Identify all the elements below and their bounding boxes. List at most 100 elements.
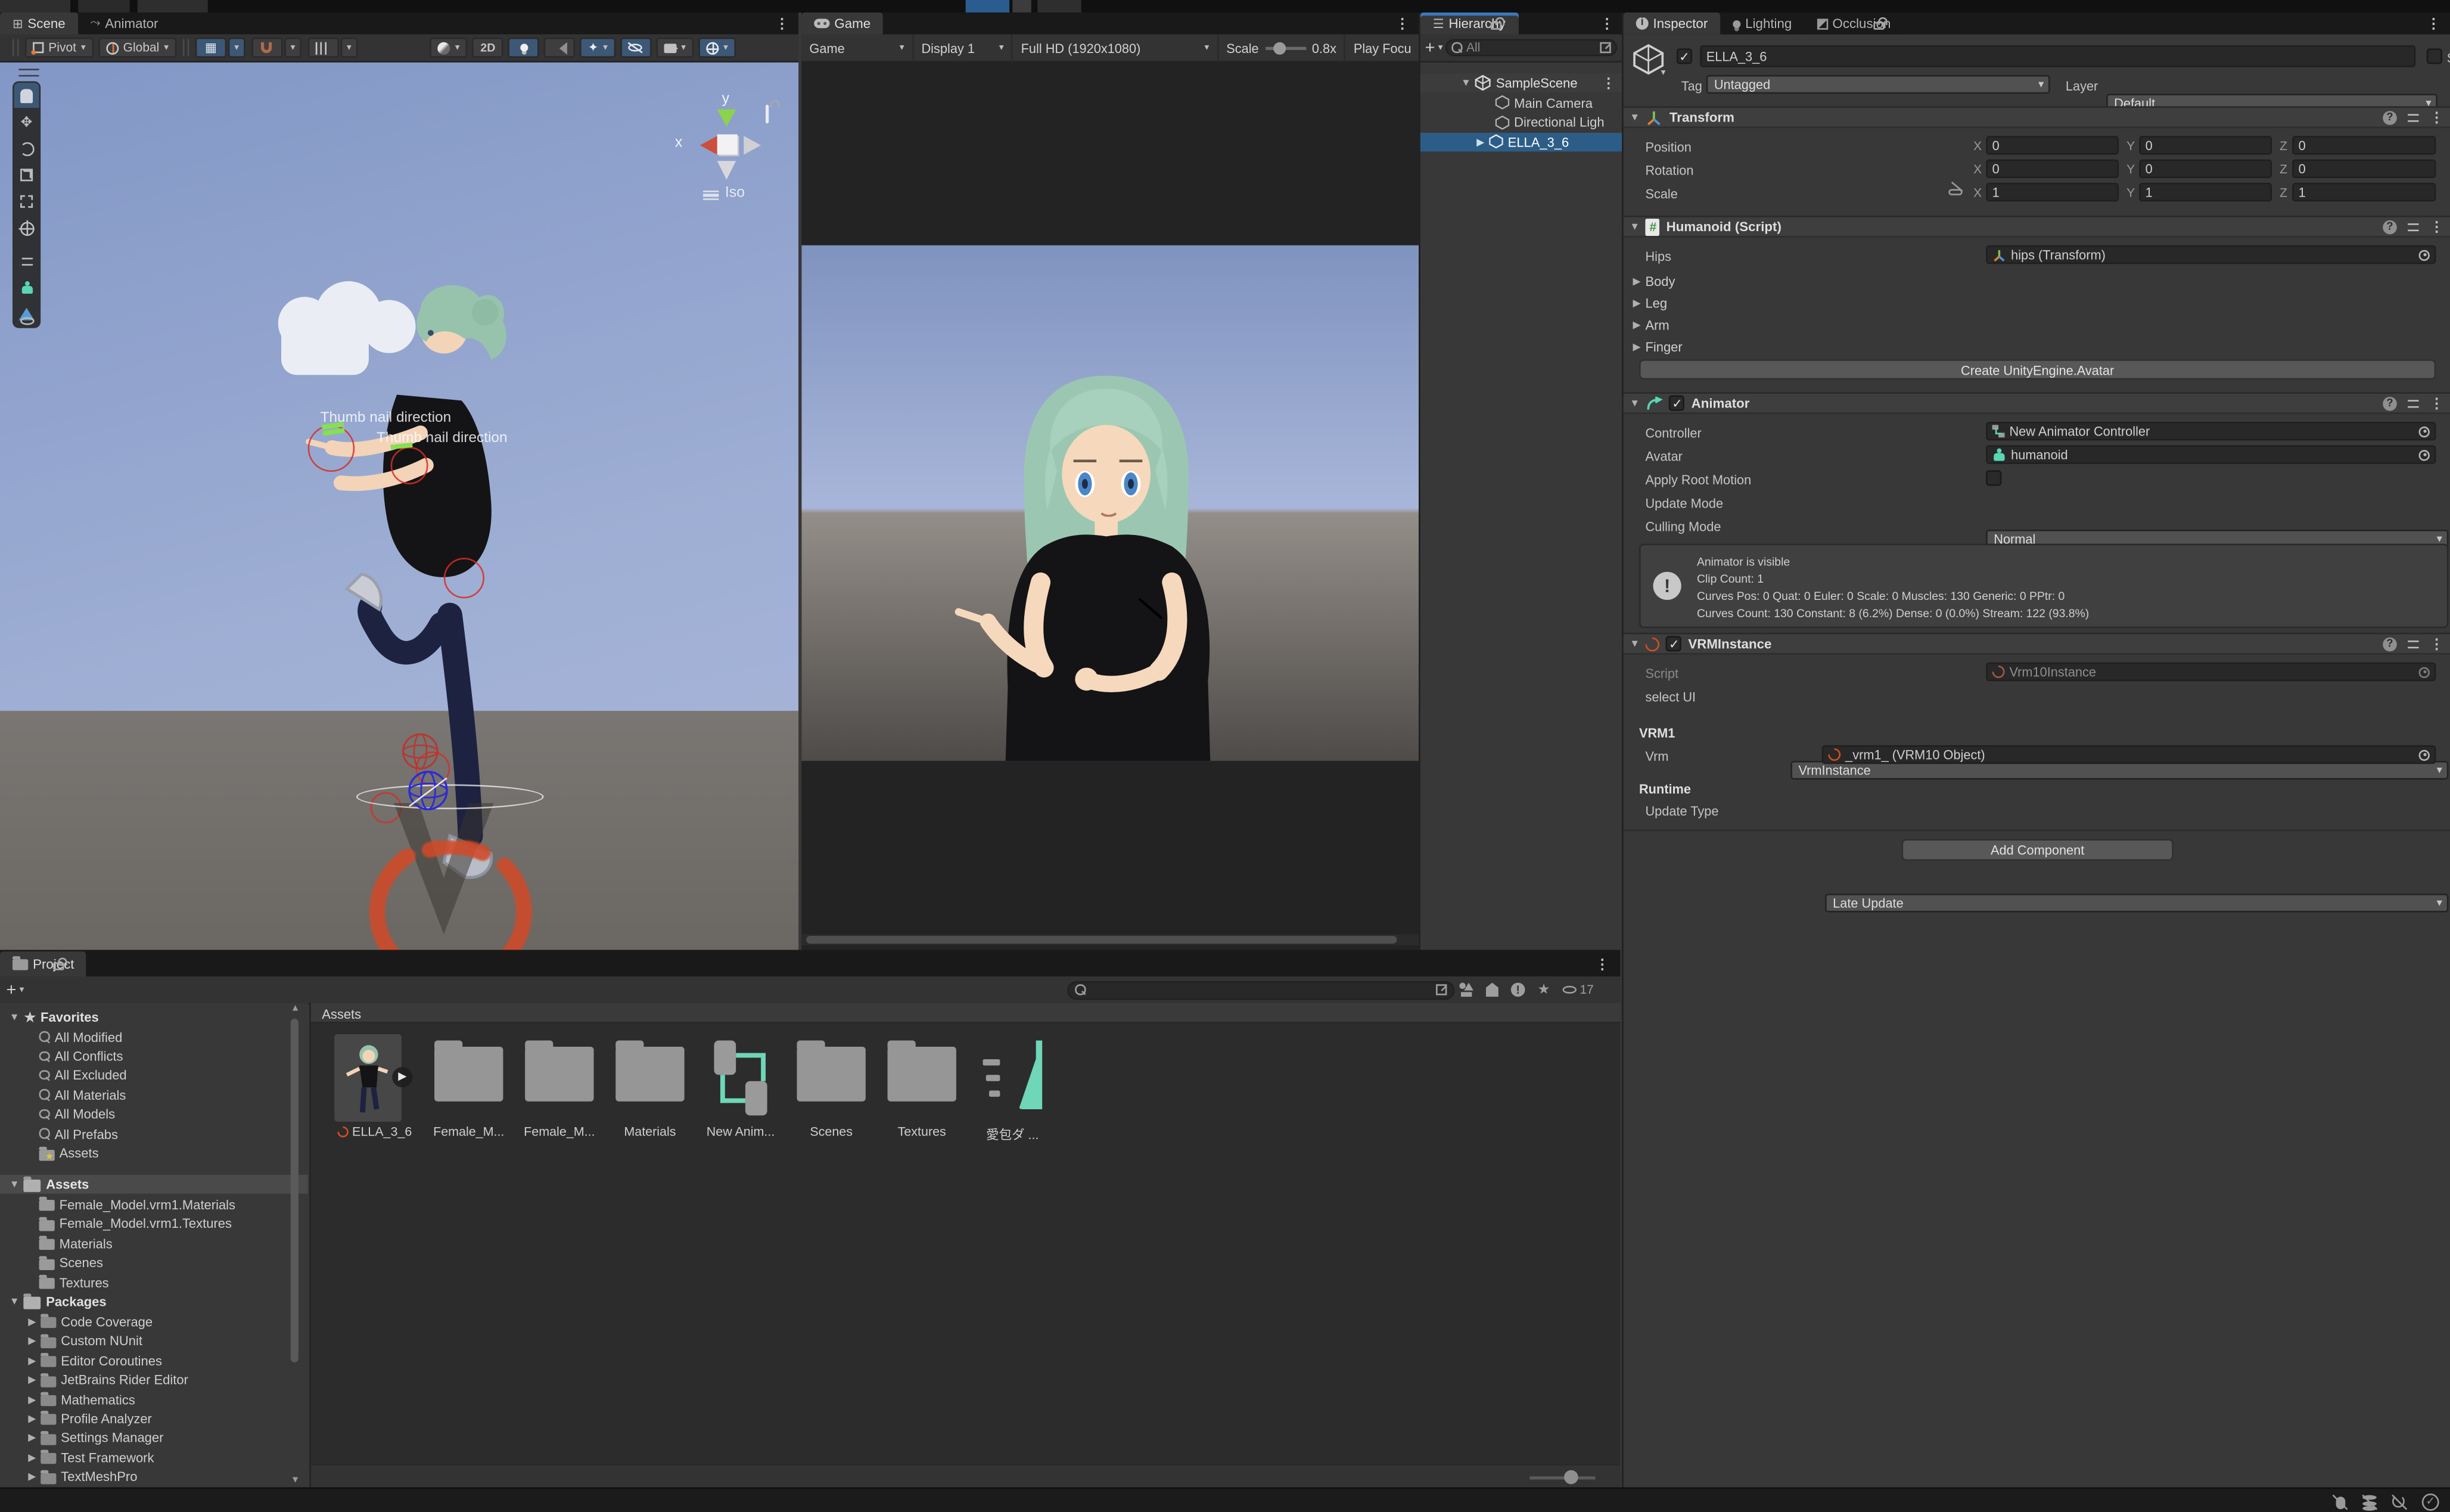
game-menu-kebab[interactable]: ⋮ bbox=[1395, 17, 1410, 32]
vrminstance-header[interactable]: ▼ ✓ VRMInstance ?⋮ bbox=[1624, 633, 2450, 655]
axis-gizmo[interactable]: y x Iso bbox=[681, 94, 784, 206]
grid-snap-toggle[interactable]: ▦ bbox=[195, 38, 226, 58]
increment-snap-dropdown[interactable]: ▾ bbox=[341, 38, 358, 58]
transform-tool-button[interactable] bbox=[14, 216, 39, 241]
favorite-item[interactable]: All Materials bbox=[0, 1085, 308, 1105]
foldout-open-icon[interactable]: ▼ bbox=[1630, 112, 1640, 123]
available-tools-button[interactable] bbox=[14, 248, 39, 273]
help-icon[interactable]: ? bbox=[2383, 637, 2397, 651]
object-picker-icon[interactable] bbox=[2419, 449, 2430, 460]
effects-toggle[interactable]: ✦▾ bbox=[580, 38, 616, 58]
hierarchy-menu-kebab[interactable]: ⋮ bbox=[1600, 17, 1614, 32]
axis-cube[interactable] bbox=[717, 135, 738, 155]
inspector-menu-kebab[interactable]: ⋮ bbox=[2427, 17, 2441, 32]
add-dropdown[interactable]: ▾ bbox=[1438, 43, 1443, 52]
scene-visibility-toggle[interactable] bbox=[620, 38, 651, 58]
tab-animator[interactable]: ⤳ Animator bbox=[78, 13, 171, 35]
create-avatar-button[interactable]: Create UnityEngine.Avatar bbox=[1639, 359, 2436, 379]
foldout-open-icon[interactable]: ▼ bbox=[1630, 397, 1640, 408]
position-z-field[interactable]: 0 bbox=[2292, 136, 2436, 154]
debugger-bug-icon[interactable] bbox=[2331, 1494, 2349, 1511]
hierarchy-row-ella[interactable]: ▶ ELLA_3_6 bbox=[1420, 132, 1622, 151]
package-item[interactable]: ▶Profile Analyzer bbox=[0, 1409, 308, 1428]
display-dropdown[interactable]: Display 1▾ bbox=[913, 33, 1013, 61]
package-item[interactable]: ▶Mathematics bbox=[0, 1389, 308, 1408]
favorite-item[interactable]: All Conflicts bbox=[0, 1047, 308, 1066]
global-button[interactable]: Global▾ bbox=[98, 38, 176, 58]
lighting-toggle[interactable] bbox=[508, 38, 539, 58]
audio-toggle[interactable] bbox=[544, 38, 575, 58]
humanoid-foldout-finger[interactable]: ▶Finger bbox=[1633, 337, 2450, 356]
presets-icon[interactable] bbox=[2407, 110, 2421, 125]
assets-child[interactable]: Textures bbox=[0, 1273, 308, 1292]
rotation-z-field[interactable]: 0 bbox=[2292, 159, 2436, 178]
component-kebab[interactable]: ⋮ bbox=[2430, 396, 2444, 410]
assets-child[interactable]: Materials bbox=[0, 1234, 308, 1253]
scale-slider[interactable] bbox=[1265, 46, 1305, 49]
hips-object-field[interactable]: hips (Transform) bbox=[1986, 245, 2436, 264]
picker-window-icon[interactable] bbox=[1600, 42, 1610, 53]
scene-menu-kebab[interactable]: ⋮ bbox=[775, 17, 789, 32]
apply-root-motion-checkbox[interactable] bbox=[1986, 470, 2001, 486]
hierarchy-row-camera[interactable]: Main Camera bbox=[1420, 93, 1622, 112]
rect-tool-button[interactable] bbox=[14, 189, 39, 214]
favorite-item-assets[interactable]: ★Assets bbox=[0, 1143, 308, 1162]
assets-child[interactable]: Female_Model.vrm1.Materials bbox=[0, 1195, 308, 1214]
avatar-object-field[interactable]: humanoid bbox=[1986, 445, 2436, 463]
cache-server-icon[interactable] bbox=[2361, 1494, 2379, 1511]
2d-toggle[interactable]: 2D bbox=[472, 38, 503, 58]
gizmo-lock-icon[interactable] bbox=[766, 105, 769, 123]
axis-y-cone[interactable] bbox=[717, 110, 736, 136]
presets-icon[interactable] bbox=[2407, 637, 2421, 651]
humanoid-header[interactable]: ▼ # Humanoid (Script) ?⋮ bbox=[1624, 216, 2450, 238]
foldout-closed-icon[interactable]: ▶ bbox=[1476, 135, 1484, 148]
shading-mode-button[interactable]: ▾ bbox=[430, 38, 468, 58]
rotation-y-field[interactable]: 0 bbox=[2139, 159, 2272, 178]
controller-object-field[interactable]: New Animator Controller bbox=[1986, 422, 2436, 440]
search-by-type-icon[interactable] bbox=[1459, 983, 1473, 997]
script-object-field[interactable]: Vrm10Instance bbox=[1986, 662, 2436, 681]
snap-magnet-dropdown[interactable]: ▾ bbox=[284, 38, 301, 58]
component-kebab[interactable]: ⋮ bbox=[2430, 637, 2444, 651]
hidden-packages-icon[interactable]: ! bbox=[1511, 983, 1525, 997]
gameobject-icon-dropdown[interactable]: ▾ bbox=[1661, 69, 1666, 78]
favorites-header[interactable]: ▼★Favorites bbox=[0, 1007, 308, 1026]
axis-z-cone[interactable] bbox=[744, 136, 770, 154]
humanoid-foldout-arm[interactable]: ▶Arm bbox=[1633, 316, 2450, 335]
grid-snap-dropdown[interactable]: ▾ bbox=[228, 38, 245, 58]
vrm-enabled-checkbox[interactable]: ✓ bbox=[1667, 636, 1682, 651]
animator-header[interactable]: ▼ ✓ Animator ?⋮ bbox=[1624, 392, 2450, 414]
presets-icon[interactable] bbox=[2407, 396, 2421, 410]
position-y-field[interactable]: 0 bbox=[2139, 136, 2272, 154]
favorite-item[interactable]: All Excluded bbox=[0, 1066, 308, 1085]
package-item[interactable]: ▶JetBrains Rider Editor bbox=[0, 1370, 308, 1389]
game-mode-dropdown[interactable]: Game▾ bbox=[801, 33, 913, 61]
help-icon[interactable]: ? bbox=[2383, 219, 2397, 234]
presets-icon[interactable] bbox=[2407, 219, 2421, 234]
add-button[interactable]: + bbox=[1425, 38, 1435, 57]
game-hscrollbar[interactable] bbox=[801, 934, 1419, 945]
animator-enabled-checkbox[interactable]: ✓ bbox=[1669, 395, 1685, 410]
vrm-object-field[interactable]: _vrm1_ (VRM10 Object) bbox=[1822, 745, 2436, 764]
view-tool-button[interactable] bbox=[14, 83, 39, 108]
object-picker-icon[interactable] bbox=[2419, 749, 2430, 760]
auto-refresh-icon[interactable] bbox=[2390, 1494, 2408, 1511]
update-type-dropdown[interactable]: Late Update bbox=[1825, 894, 2448, 912]
pivot-button[interactable]: Pivot▾ bbox=[25, 38, 94, 58]
static-checkbox[interactable] bbox=[2427, 48, 2442, 64]
tab-scene[interactable]: ⊞ Scene bbox=[0, 13, 78, 35]
object-picker-icon[interactable] bbox=[2419, 666, 2430, 677]
tasks-complete-icon[interactable]: ✓ bbox=[2422, 1494, 2439, 1511]
game-viewport[interactable] bbox=[801, 63, 1419, 950]
project-add-button[interactable]: + bbox=[6, 981, 16, 999]
object-picker-icon[interactable] bbox=[2419, 249, 2430, 260]
inspector-lock-icon[interactable] bbox=[1874, 22, 1885, 30]
camera-button[interactable]: ▾ bbox=[656, 38, 694, 58]
tab-occlusion[interactable]: Occlusion bbox=[1804, 13, 1903, 35]
hierarchy-row-light[interactable]: Directional Ligh bbox=[1420, 113, 1622, 132]
tab-game[interactable]: Game bbox=[801, 13, 883, 35]
project-tree-scrollbar[interactable]: ▲ ▼ bbox=[289, 1003, 300, 1488]
scale-tool-button[interactable] bbox=[14, 163, 39, 188]
project-add-dropdown[interactable]: ▾ bbox=[20, 985, 24, 994]
tab-inspector[interactable]: i Inspector bbox=[1624, 13, 1721, 35]
